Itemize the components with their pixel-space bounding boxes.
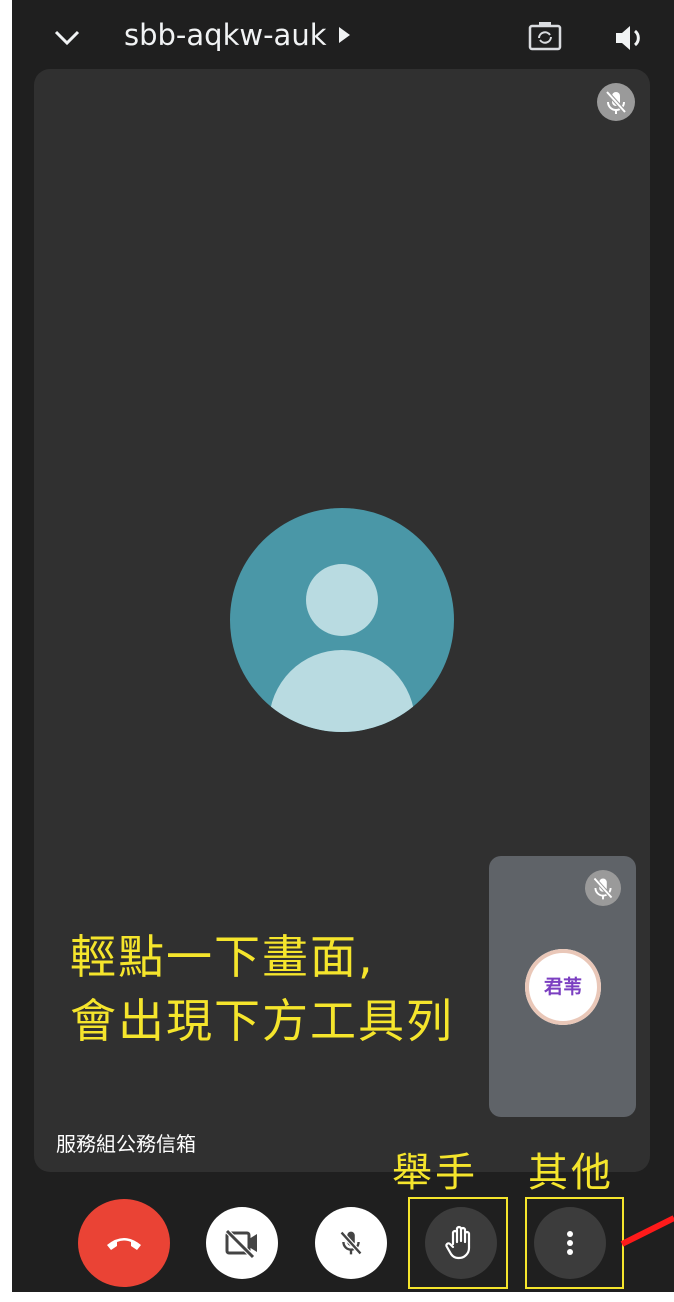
hang-up-icon — [107, 1238, 141, 1250]
annotation-arrow — [620, 1215, 674, 1247]
caret-right-icon — [338, 27, 350, 43]
annotation-text: 輕點一下畫面, 會出現下方工具列 — [70, 925, 454, 1053]
more-caption: 其他 — [528, 1150, 614, 1196]
top-bar: sbb-aqkw-auk — [0, 0, 674, 70]
self-avatar: 君苇 — [525, 949, 601, 1025]
raise-hand-highlight — [408, 1197, 508, 1289]
more-options-highlight — [525, 1197, 624, 1289]
camera-off-icon — [225, 1229, 257, 1259]
end-call-button[interactable] — [78, 1199, 170, 1287]
participant-avatar — [230, 508, 454, 732]
self-avatar-text: 君苇 — [543, 976, 582, 998]
mic-toggle-button[interactable] — [315, 1207, 387, 1279]
avatar-body — [269, 650, 415, 732]
image-border-left — [0, 0, 12, 1302]
mic-off-icon — [339, 1230, 363, 1256]
camera-toggle-button[interactable] — [206, 1207, 278, 1279]
meeting-code-button[interactable]: sbb-aqkw-auk — [124, 18, 350, 52]
image-border-bottom — [0, 1292, 674, 1302]
switch-camera-icon[interactable] — [527, 20, 563, 52]
self-view-tile[interactable]: 君苇 — [489, 856, 636, 1117]
raise-hand-caption: 舉手 — [392, 1150, 478, 1196]
meeting-code: sbb-aqkw-auk — [124, 18, 327, 52]
participant-name: 服務組公務信箱 — [56, 1132, 196, 1156]
mic-off-icon — [597, 83, 635, 121]
chevron-down-icon[interactable] — [52, 22, 82, 52]
mic-off-icon — [585, 870, 621, 906]
speaker-icon[interactable] — [612, 20, 648, 56]
annotation-line-1: 輕點一下畫面, — [70, 930, 375, 984]
avatar-head — [306, 564, 378, 636]
annotation-line-2: 會出現下方工具列 — [70, 994, 454, 1048]
